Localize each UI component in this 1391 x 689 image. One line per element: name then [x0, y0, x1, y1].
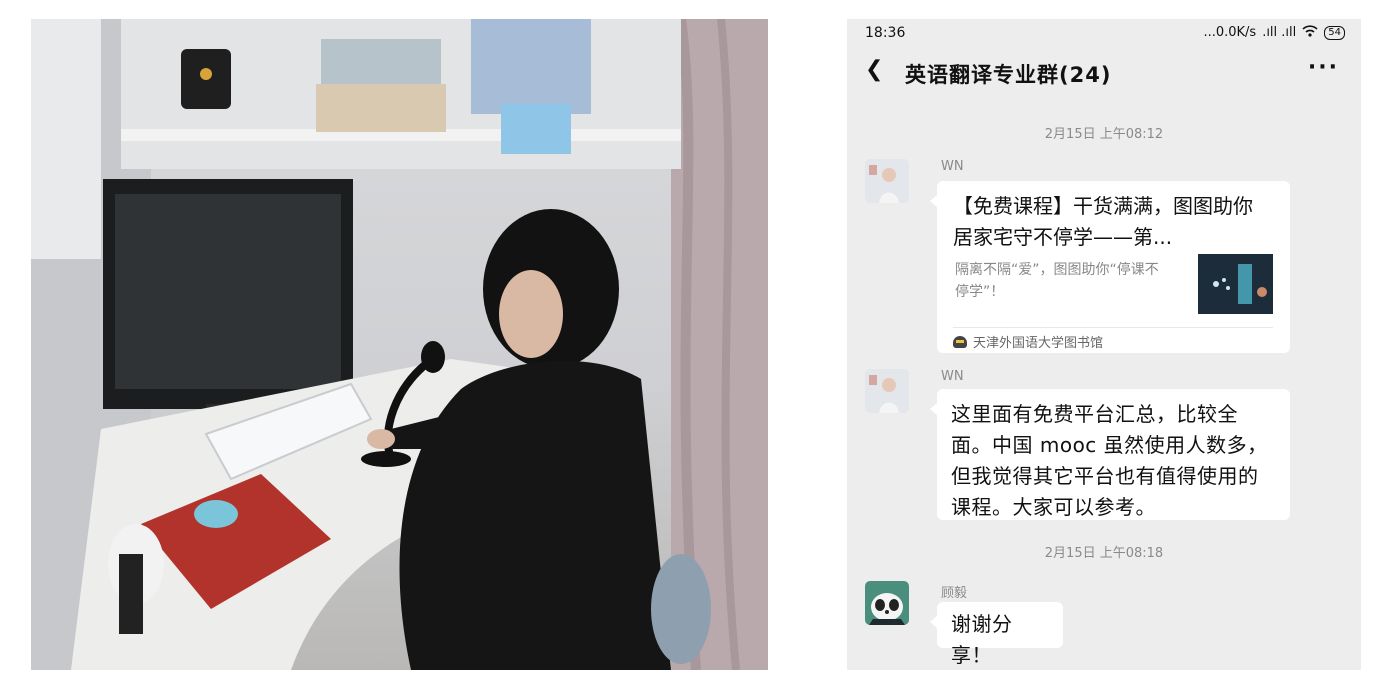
- card-title: 【免费课程】干货满满，图图助你居家宅守不停学——第...: [953, 194, 1253, 249]
- sender-name: WN: [941, 369, 964, 384]
- card-description: 隔离不隔“爱”，图图助你“停课不停学”！: [955, 262, 1159, 300]
- wechat-chat-screen: 18:36 ...0.0K/s .ıll .ıll 54 ❮ 英语翻译专业群(2…: [847, 19, 1361, 670]
- timestamp: 2月15日 上午08:18: [1044, 546, 1164, 561]
- sender-name: WN: [941, 159, 964, 174]
- sender-name: 顾毅: [941, 586, 968, 601]
- avatar[interactable]: [865, 369, 909, 413]
- signal-icon: .ıll .ıll: [1262, 25, 1297, 40]
- battery-icon: 54: [1324, 25, 1345, 40]
- chat-header: ❮ 英语翻译专业群(24) ···: [847, 55, 1361, 95]
- more-icon[interactable]: ···: [1308, 55, 1339, 80]
- link-card-message[interactable]: 【免费课程】干货满满，图图助你居家宅守不停学——第... 隔离不隔“爱”，图图助…: [930, 181, 1290, 353]
- source-logo-icon: [953, 335, 967, 348]
- back-arrow-icon[interactable]: ❮: [865, 57, 883, 82]
- message-text: 这里面有免费平台汇总，比较全面。中国 mooc 虽然使用人数多，但我觉得其它平台…: [951, 402, 1268, 519]
- avatar[interactable]: [865, 581, 909, 625]
- wifi-icon: [1302, 25, 1318, 40]
- teacher-photo: [31, 19, 768, 670]
- status-bar: 18:36 ...0.0K/s .ıll .ıll 54: [847, 19, 1361, 49]
- chat-title: 英语翻译专业群(24): [905, 63, 1112, 87]
- card-source-name: 天津外国语大学图书馆: [973, 336, 1104, 351]
- status-indicators: ...0.0K/s .ıll .ıll 54: [1203, 25, 1345, 40]
- card-thumbnail: [1198, 254, 1273, 314]
- status-time: 18:36: [865, 25, 906, 41]
- card-source: 天津外国语大学图书馆: [953, 332, 1103, 351]
- timestamp: 2月15日 上午08:12: [1044, 127, 1164, 142]
- text-message[interactable]: 这里面有免费平台汇总，比较全面。中国 mooc 虽然使用人数多，但我觉得其它平台…: [930, 389, 1290, 520]
- text-message[interactable]: 谢谢分享！: [930, 602, 1063, 667]
- avatar[interactable]: [865, 159, 909, 203]
- card-divider: [953, 327, 1273, 328]
- network-speed: ...0.0K/s: [1203, 25, 1257, 40]
- message-text: 谢谢分享！: [951, 612, 1013, 667]
